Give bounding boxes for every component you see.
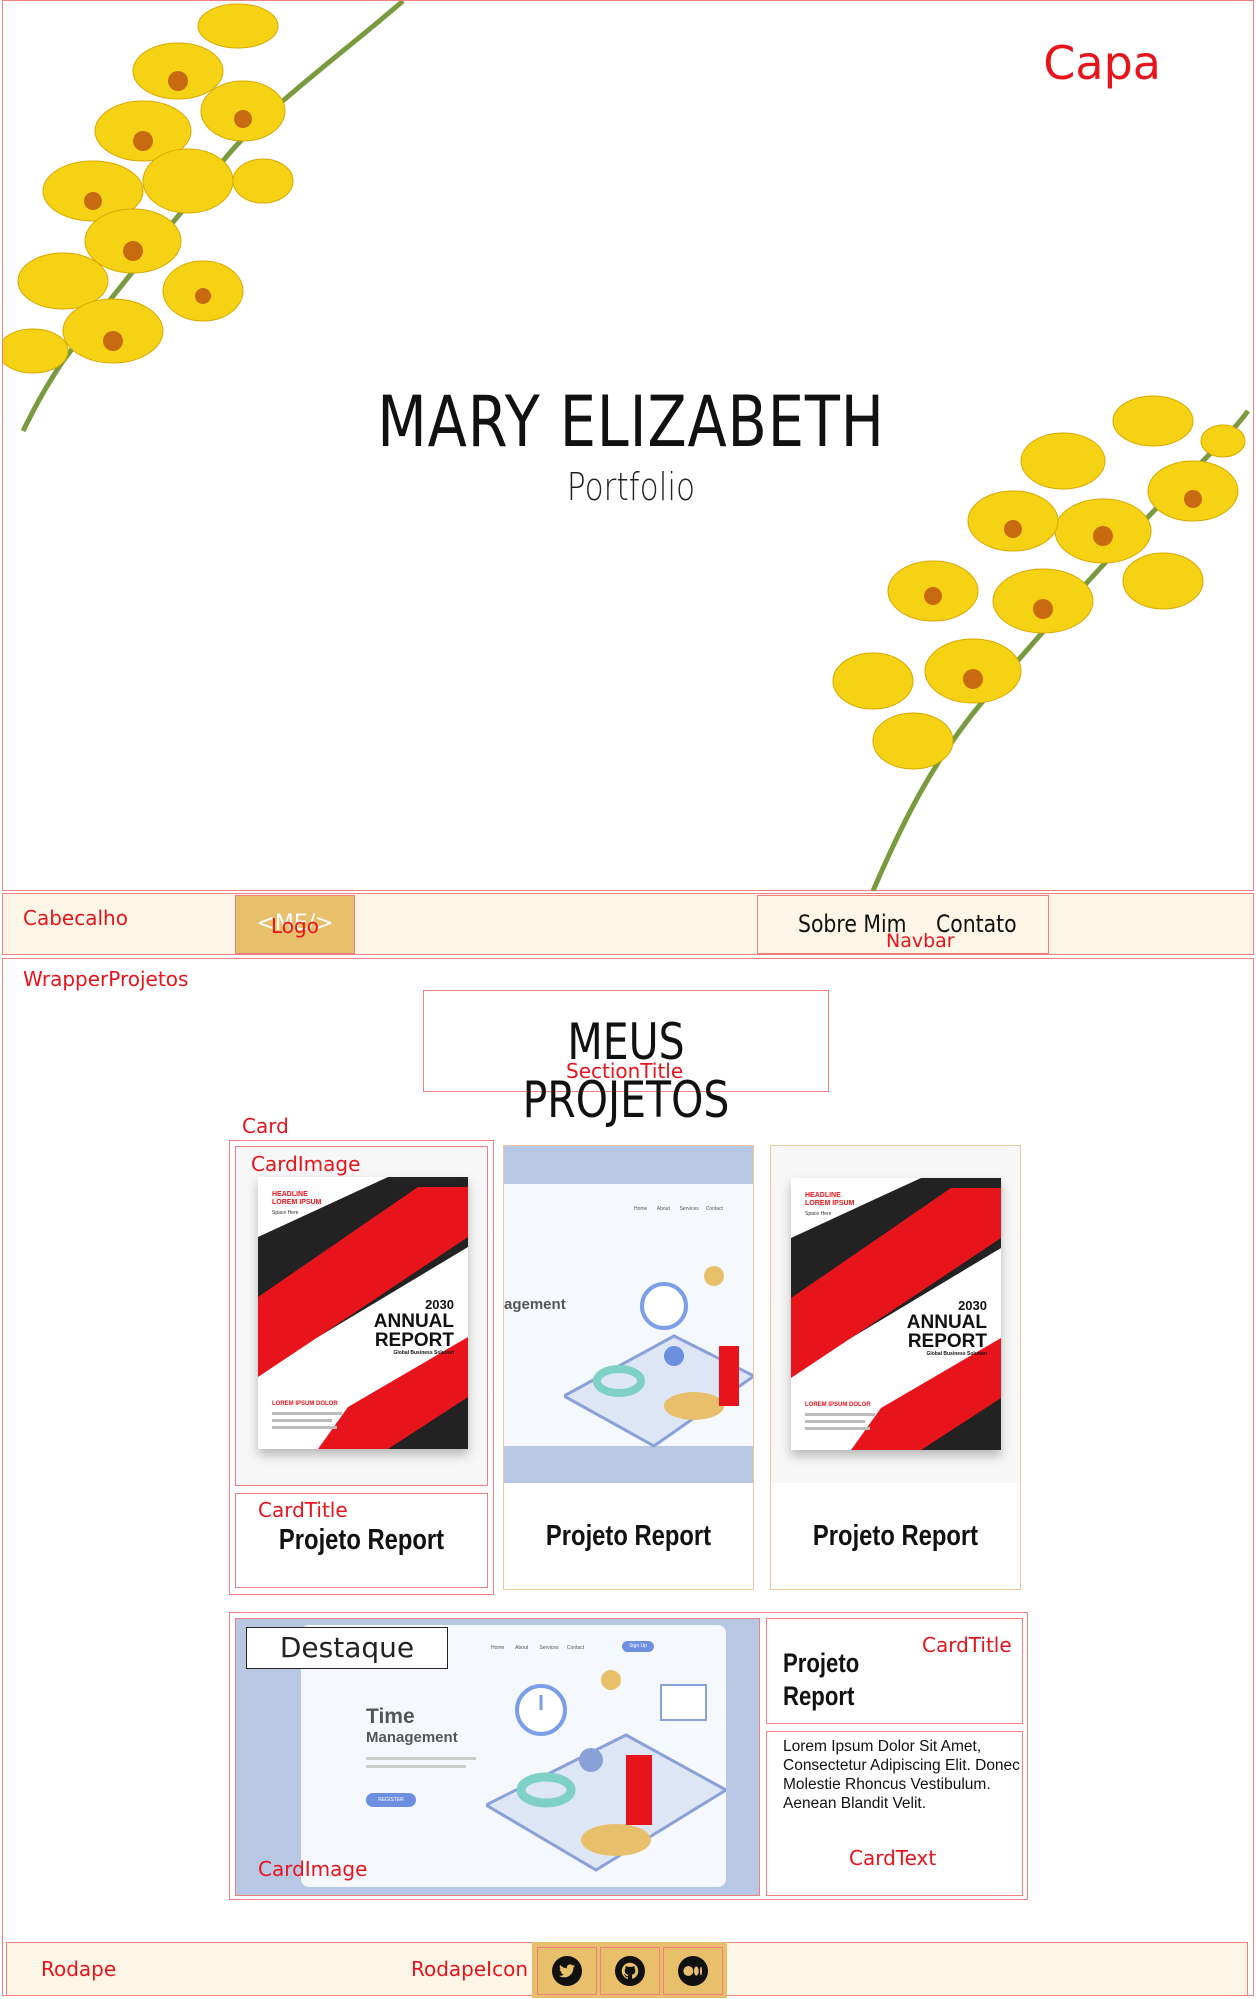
card-image-annotation: CardImage bbox=[251, 1152, 361, 1176]
card-title-3: Projeto Report bbox=[812, 1520, 979, 1552]
hero-name: MARY ELIZABETH bbox=[377, 381, 885, 463]
report-space: Space Here bbox=[272, 1210, 299, 1216]
report-headline: HEADLINE LOREM IPSUM bbox=[272, 1191, 322, 1206]
section-title-annotation: SectionTitle bbox=[566, 1059, 684, 1083]
project-card-2[interactable]: Home About Services Contact agement Proj… bbox=[503, 1145, 754, 1590]
twitter-link[interactable] bbox=[537, 1947, 597, 1995]
isometric-illustration bbox=[486, 1670, 726, 1872]
twitter-icon bbox=[552, 1956, 582, 1986]
featured-title: Projeto Report bbox=[783, 1648, 860, 1711]
card-text-annotation: CardText bbox=[849, 1846, 937, 1870]
hero-subtitle: Portfolio bbox=[566, 465, 696, 509]
card-title-box-1: CardTitle Projeto Report bbox=[235, 1493, 488, 1588]
featured-title-box: CardTitle Projeto Report bbox=[766, 1618, 1023, 1724]
cabecalho: Cabecalho bbox=[2, 893, 1254, 955]
card-title-2: Projeto Report bbox=[545, 1520, 712, 1552]
cabecalho-annotation: Cabecalho bbox=[23, 906, 128, 930]
mini-heading: agement bbox=[504, 1296, 566, 1313]
report-title: 2030 ANNUAL REPORT Global Business Solut… bbox=[373, 1297, 454, 1356]
featured-card-image: Home About Services Contact Sign Up Time… bbox=[235, 1618, 760, 1896]
github-link[interactable] bbox=[600, 1947, 660, 1995]
logo[interactable]: <ME/> Logo bbox=[235, 895, 355, 954]
signup-button: Sign Up bbox=[622, 1641, 654, 1652]
annual-report-cover: HEADLINE LOREM IPSUM Space Here 2030 ANNU… bbox=[258, 1177, 468, 1449]
report-space: Space Here bbox=[805, 1211, 832, 1217]
mini-nav: Home About Services Contact bbox=[491, 1645, 585, 1651]
featured-image-annotation: CardImage bbox=[258, 1857, 368, 1881]
card-title-annotation: CardTitle bbox=[258, 1498, 348, 1522]
isometric-illustration bbox=[564, 1266, 753, 1448]
report-title: 2030 ANNUAL REPORT Global Business Solut… bbox=[906, 1298, 987, 1357]
featured-card[interactable]: Home About Services Contact Sign Up Time… bbox=[229, 1612, 1028, 1900]
mini-title: Time bbox=[366, 1705, 415, 1728]
card-image-1: HEADLINE LOREM IPSUM Space Here 2030 ANNU… bbox=[235, 1146, 488, 1486]
card-annotation: Card bbox=[242, 1114, 289, 1138]
annual-report-cover: HEADLINE LOREM IPSUM Space Here 2030 ANNU… bbox=[791, 1178, 1001, 1450]
rodape-icons bbox=[532, 1942, 727, 1998]
wrapper-annotation: WrapperProjetos bbox=[23, 967, 189, 991]
card-image-3: HEADLINE LOREM IPSUM Space Here 2030 ANNU… bbox=[771, 1146, 1020, 1483]
destaque-tag: Destaque bbox=[246, 1627, 448, 1669]
section-title-box: MEUS PROJETOS SectionTitle bbox=[423, 990, 829, 1129]
navbar: Sobre Mim Contato Navbar bbox=[757, 895, 1049, 954]
report-lorem: LOREM IPSUM DOLOR bbox=[272, 1401, 338, 1407]
project-card-1[interactable]: HEADLINE LOREM IPSUM Space Here 2030 ANNU… bbox=[229, 1140, 494, 1595]
mini-title-2: Management bbox=[366, 1729, 458, 1746]
card-title-1: Projeto Report bbox=[278, 1524, 445, 1556]
featured-text-box: Lorem Ipsum Dolor Sit Amet, Consectetur … bbox=[766, 1731, 1023, 1896]
navbar-annotation: Navbar bbox=[886, 930, 955, 952]
card-image-2: Home About Services Contact agement bbox=[504, 1146, 753, 1483]
mini-nav: Home About Services Contact bbox=[634, 1206, 723, 1212]
report-headline: HEADLINE LOREM IPSUM bbox=[805, 1192, 855, 1207]
register-button: REGISTER bbox=[366, 1793, 416, 1807]
project-card-3[interactable]: HEADLINE LOREM IPSUM Space Here 2030 ANNU… bbox=[770, 1145, 1021, 1590]
medium-link[interactable] bbox=[663, 1947, 723, 1995]
featured-title-annotation: CardTitle bbox=[922, 1633, 1012, 1657]
logo-annotation: Logo bbox=[271, 914, 319, 938]
capa-hero: Capa MARY ELIZABETH Portfolio bbox=[2, 0, 1254, 891]
report-lorem: LOREM IPSUM DOLOR bbox=[805, 1402, 871, 1408]
medium-icon bbox=[678, 1956, 708, 1986]
rodape-annotation: Rodape bbox=[41, 1957, 117, 1981]
capa-annotation: Capa bbox=[1043, 36, 1161, 90]
featured-text: Lorem Ipsum Dolor Sit Amet, Consectetur … bbox=[783, 1738, 1020, 1812]
rodape-icon-annotation: RodapeIcon bbox=[411, 1957, 528, 1981]
github-icon bbox=[615, 1956, 645, 1986]
